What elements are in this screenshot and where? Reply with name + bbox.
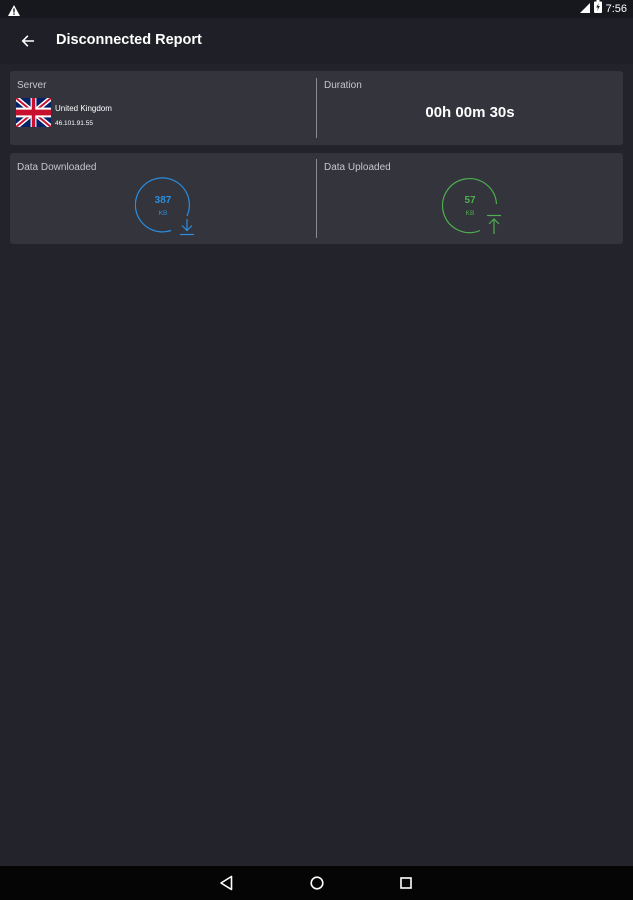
status-icons: 7:56 [579,0,627,18]
downloaded-label: Data Downloaded [17,162,97,173]
upload-arrow-icon [487,214,501,234]
uploaded-gauge: 57 KB [442,176,504,238]
duration-label: Duration [324,80,362,91]
battery-icon [593,0,602,18]
arrow-left-icon [21,35,34,47]
nav-home-button[interactable] [309,875,325,891]
signal-icon [579,0,590,18]
duration-value: 00h 00m 30s [425,104,515,121]
back-button[interactable] [16,29,40,53]
uploaded-unit: KB [465,210,475,217]
downloaded-value: 387 [154,195,172,206]
server-ip: 46.101.91.55 [55,120,93,127]
page-title: Disconnected Report [56,32,202,48]
status-time: 7:56 [605,3,627,15]
server-country: United Kingdom [55,104,112,113]
data-usage-card: Data Downloaded 387 KB Data Uploaded 57 … [10,153,623,244]
download-arrow-icon [180,219,194,236]
divider [316,159,317,238]
server-duration-card: Server United Kingdom 46.101.91.55 Durat… [10,71,623,145]
downloaded-unit: KB [158,210,168,217]
nav-back-button[interactable] [219,875,235,891]
recents-square-icon [400,877,412,889]
uploaded-label: Data Uploaded [324,162,391,173]
home-circle-icon [310,876,324,890]
uk-flag-icon [16,98,51,127]
navigation-bar [0,866,633,900]
status-bar: 7:56 [0,0,633,18]
server-label: Server [17,80,47,91]
app-bar: Disconnected Report [0,18,633,64]
uploaded-value: 57 [464,195,476,206]
downloaded-gauge: 387 KB [135,176,197,238]
nav-recents-button[interactable] [398,875,414,891]
back-triangle-icon [220,875,233,891]
